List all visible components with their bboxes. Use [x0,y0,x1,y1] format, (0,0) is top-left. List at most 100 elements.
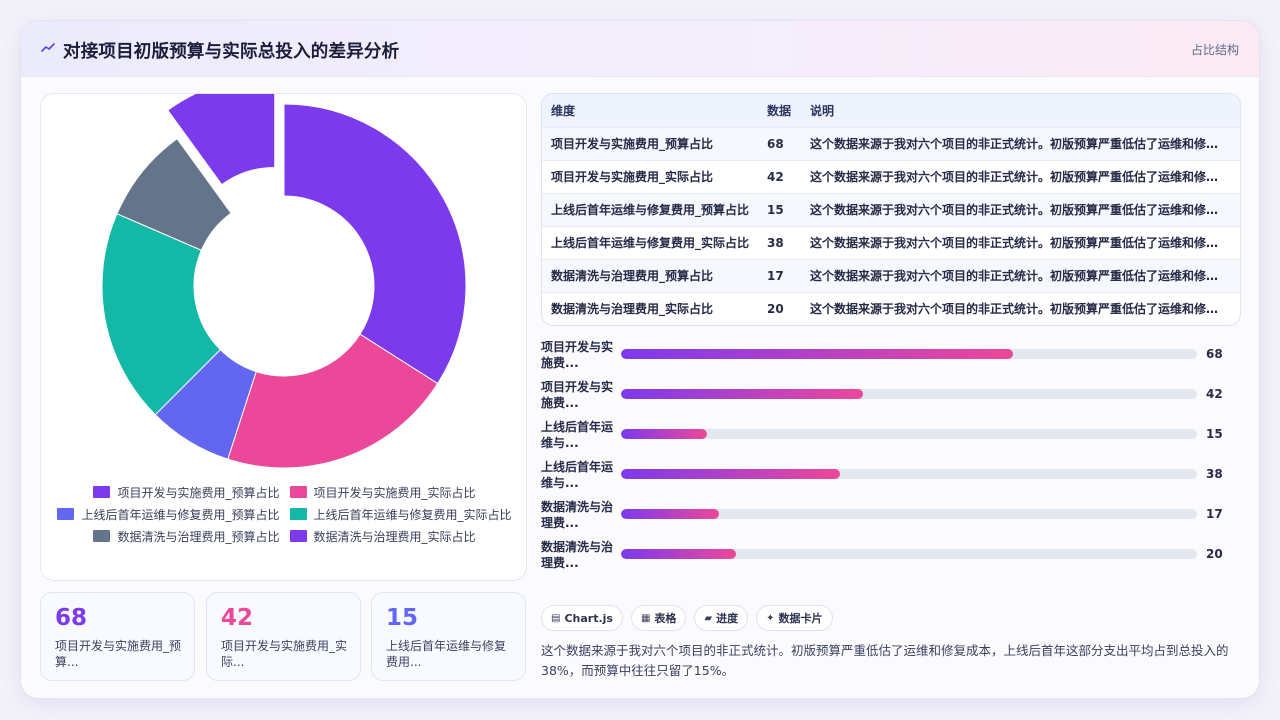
progress-fill [621,349,1013,359]
chip-progress[interactable]: ▰ 进度 [694,605,749,631]
progress-track [621,469,1197,479]
progress-track [621,509,1197,519]
legend-label: 上线后首年运维与修复费用_实际占比 [313,507,512,522]
legend-item[interactable]: 数据清洗与治理费用_预算占比 [93,528,280,544]
data-table: 维度 数据 说明 项目开发与实施费用_预算占比 68 这个数据来源于我对六个项目的非… [542,94,1240,325]
chip-label: Chart.js [564,611,613,625]
legend-item[interactable]: 数据清洗与治理费用_实际占比 [289,528,476,544]
stat-card: 68 项目开发与实施费用_预算... [40,592,195,681]
chart-icon: ▤ [551,612,561,624]
dashboard-frame: 对接项目初版预算与实际总投入的差异分析 占比结构 项目开发与实施费用_预算占比项… [20,20,1260,699]
progress-row: 项目开发与实施费... 68 [541,339,1241,379]
progress-label: 数据清洗与治理费... [541,500,614,530]
progress-fill [621,429,708,439]
progress-value: 15 [1206,427,1223,441]
table-icon: ▦ [640,612,651,624]
legend-label: 上线后首年运维与修复费用_预算占比 [81,507,280,522]
legend-item[interactable]: 项目开发与实施费用_实际占比 [289,484,476,500]
table-cell-dimension: 数据清洗与治理费用_实际占比 [551,302,714,317]
data-table-card: 维度 数据 说明 项目开发与实施费用_预算占比 68 这个数据来源于我对六个项目的非… [541,93,1241,326]
table-cell-dimension: 项目开发与实施费用_实际占比 [551,170,714,184]
donut-chart [101,94,467,469]
progress-label: 数据清洗与治理费... [541,540,614,570]
progress-row: 数据清洗与治理费... 17 [541,499,1241,539]
table-cell-value: 68 [767,136,784,151]
progress-row: 上线后首年运维与... 38 [541,459,1241,499]
progress-label: 上线后首年运维与... [541,460,614,490]
table-row: 项目开发与实施费用_预算占比 68 这个数据来源于我对六个项目的非正式统计。初版预算… [542,127,1240,160]
progress-icon: ▰ [704,612,713,624]
donut-slice[interactable] [283,103,467,385]
table-row: 数据清洗与治理费用_实际占比 20 这个数据来源于我对六个项目的非正式统计。初版预算… [542,292,1240,325]
chip-data-card[interactable]: ✦ 数据卡片 [756,605,833,631]
table-cell-description: 这个数据来源于我对六个项目的非正式统计。初版预算严重低估了运维和修复成本 [810,170,1240,184]
chip-table[interactable]: ▦ 表格 [630,605,687,631]
table-cell-value: 20 [767,301,784,316]
legend-swatch [93,530,111,542]
table-header-description: 说明 [810,103,835,118]
chart-legend: 项目开发与实施费用_预算占比 项目开发与实施费用_实际占比上线后首年运维与修复费用… [51,484,518,544]
trend-line-icon [41,43,55,52]
progress-track [621,349,1197,359]
table-cell-dimension: 上线后首年运维与修复费用_预算占比 [551,203,750,217]
stat-label: 上线后首年运维与修复费用... [386,639,507,669]
progress-value: 42 [1206,387,1223,401]
table-cell-value: 17 [767,268,784,283]
chip-label: 进度 [716,612,739,625]
legend-swatch [93,486,111,498]
progress-row: 项目开发与实施费... 42 [541,379,1241,419]
legend-item[interactable]: 上线后首年运维与修复费用_预算占比 [57,506,280,522]
table-cell-value: 15 [767,202,784,217]
progress-fill [621,509,719,519]
table-header-value: 数据 [767,103,792,118]
legend-item[interactable]: 项目开发与实施费用_预算占比 [93,484,280,500]
stat-value: 15 [386,605,419,631]
stat-label: 项目开发与实施费用_预算... [55,639,182,669]
table-cell-value: 42 [767,169,784,184]
legend-item[interactable]: 上线后首年运维与修复费用_实际占比 [289,506,512,522]
card-icon: ✦ [766,612,775,624]
stat-card: 42 项目开发与实施费用_实际... [206,592,361,681]
table-cell-description: 这个数据来源于我对六个项目的非正式统计。初版预算严重低估了运维和修复成本 [810,236,1240,250]
header-tag: 占比结构 [1190,43,1239,57]
progress-value: 38 [1206,467,1223,481]
legend-swatch [57,508,75,520]
legend-label: 项目开发与实施费用_预算占比 [117,485,280,500]
progress-row: 上线后首年运维与... 15 [541,419,1241,459]
chip-label: 表格 [654,612,677,625]
progress-track [621,389,1197,399]
progress-value: 68 [1206,347,1223,361]
stat-label: 项目开发与实施费用_实际... [221,639,348,669]
table-cell-dimension: 项目开发与实施费用_预算占比 [551,137,714,151]
stat-value: 42 [221,605,254,631]
progress-fill [621,389,863,399]
legend-label: 数据清洗与治理费用_实际占比 [313,529,476,544]
progress-label: 项目开发与实施费... [541,380,614,410]
legend-swatch [289,486,307,498]
progress-label: 项目开发与实施费... [541,340,614,370]
progress-value: 20 [1206,547,1223,561]
stat-card: 15 上线后首年运维与修复费用... [371,592,526,681]
table-row: 项目开发与实施费用_实际占比 42 这个数据来源于我对六个项目的非正式统计。初版预算… [542,160,1240,193]
table-cell-description: 这个数据来源于我对六个项目的非正式统计。初版预算严重低估了运维和修复成本 [810,137,1240,151]
legend-swatch [289,530,307,542]
page-title: 对接项目初版预算与实际总投入的差异分析 [63,42,400,62]
progress-label: 上线后首年运维与... [541,420,614,450]
progress-fill [621,549,737,559]
table-cell-description: 这个数据来源于我对六个项目的非正式统计。初版预算严重低估了运维和修复成本 [810,302,1240,317]
progress-row: 数据清洗与治理费... 20 [541,539,1241,579]
legend-swatch [289,508,307,520]
header: 对接项目初版预算与实际总投入的差异分析 占比结构 [21,21,1259,77]
chip-label: 数据卡片 [778,612,823,625]
table-row: 上线后首年运维与修复费用_预算占比 15 这个数据来源于我对六个项目的非正式统计。初… [542,193,1240,226]
stat-value: 68 [55,605,88,631]
progress-track [621,549,1197,559]
chip-chartjs[interactable]: ▤ Chart.js [541,605,623,631]
progress-list: 项目开发与实施费... 68 项目开发与实施费... 42 上线后首年运维与... 15 上… [541,339,1241,579]
table-row: 上线后首年运维与修复费用_实际占比 38 这个数据来源于我对六个项目的非正式统计。初… [542,226,1240,259]
table-cell-value: 38 [767,235,784,250]
legend-label: 项目开发与实施费用_实际占比 [313,485,476,500]
table-cell-description: 这个数据来源于我对六个项目的非正式统计。初版预算严重低估了运维和修复成本 [810,203,1240,217]
table-row: 数据清洗与治理费用_预算占比 17 这个数据来源于我对六个项目的非正式统计。初版预算… [542,259,1240,292]
table-header-dimension: 维度 [551,103,576,118]
